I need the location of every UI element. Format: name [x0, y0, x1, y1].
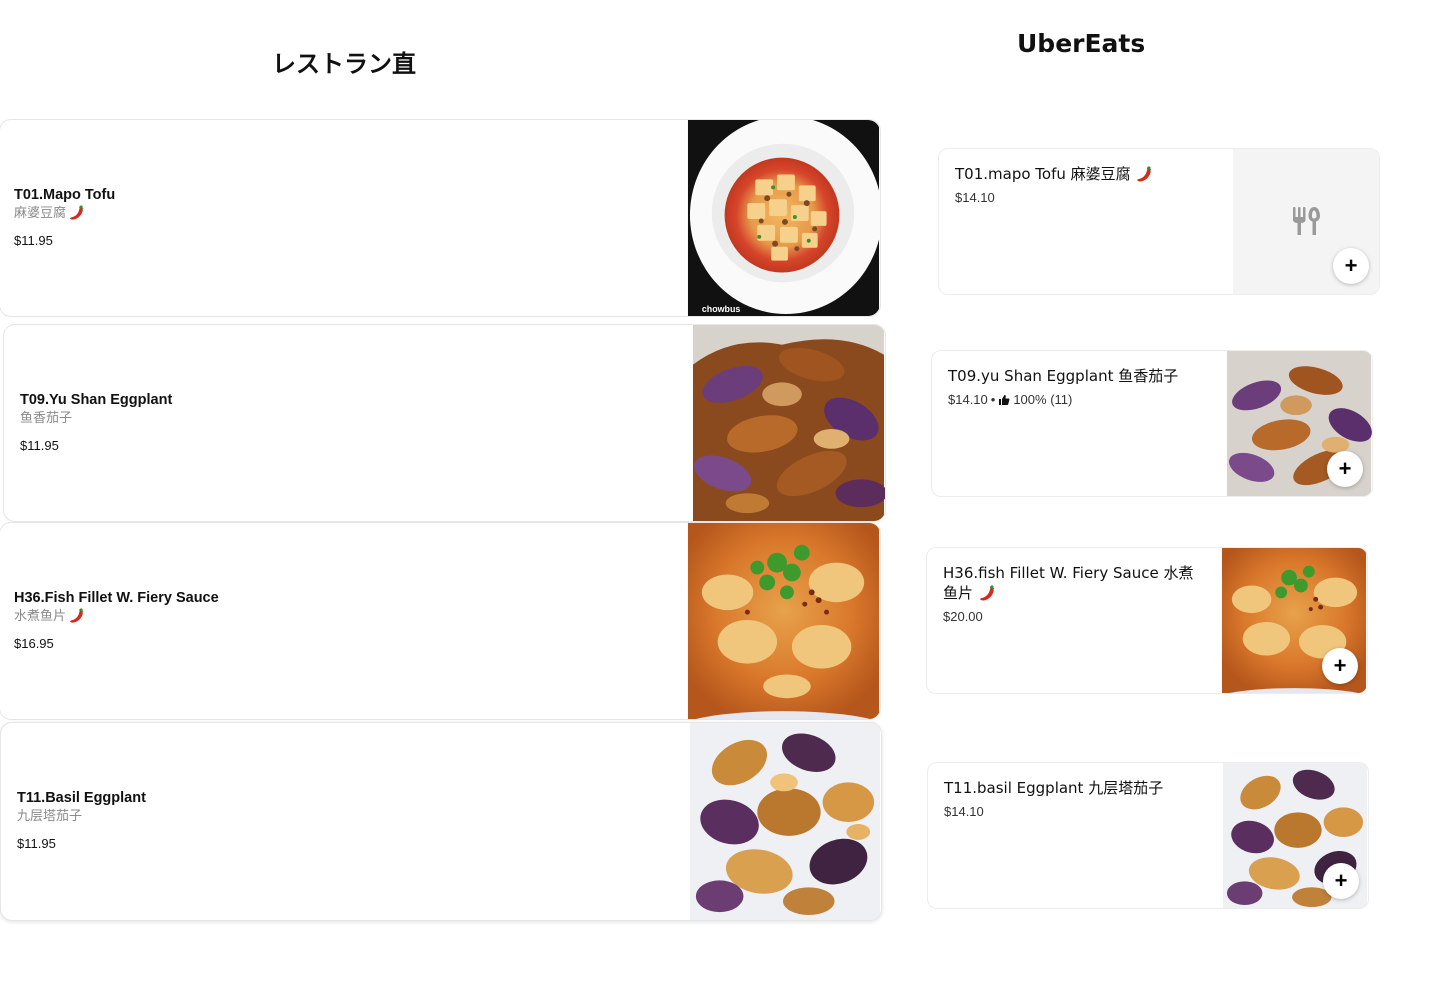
add-to-cart-button[interactable]: + — [1327, 451, 1363, 487]
item-name: T01.Mapo Tofu — [14, 187, 116, 203]
item-price: $20.00 — [943, 609, 983, 624]
left-column-title: レストラン直 — [272, 50, 416, 78]
add-to-cart-button[interactable]: + — [1322, 648, 1358, 684]
item-name: T01.mapo Tofu 麻婆豆腐 — [955, 165, 1131, 183]
item-price: $14.10 — [944, 804, 984, 819]
chili-pepper-icon — [68, 205, 85, 222]
item-subtitle: 水煮鱼片 — [14, 608, 67, 623]
chili-pepper-icon — [1135, 166, 1153, 184]
item-rating: 100% (11) — [1013, 392, 1073, 407]
add-to-cart-button[interactable]: + — [1333, 248, 1369, 284]
item-price: $14.10 — [955, 190, 995, 205]
item-photo: chowbus — [687, 120, 880, 316]
separator-dot: • — [990, 392, 996, 407]
item-photo — [687, 523, 880, 719]
chili-pepper-icon — [68, 608, 85, 625]
item-photo — [692, 325, 885, 521]
uber-card-basil-eggplant[interactable]: T11.basil Eggplant 九层塔茄子 $14.10 + — [927, 762, 1369, 909]
item-price: $11.95 — [14, 233, 53, 248]
chili-pepper-icon — [978, 585, 996, 603]
menu-card-basil-eggplant[interactable]: T11.Basil Eggplant 九层塔茄子 $11.95 — [0, 722, 882, 921]
menu-card-yu-shan-eggplant[interactable]: T09.Yu Shan Eggplant 鱼香茄子 $11.95 — [3, 324, 886, 522]
menu-card-mapo-tofu[interactable]: T01.Mapo Tofu 麻婆豆腐 $11.95 chowbus — [0, 119, 881, 317]
item-subtitle: 九层塔茄子 — [17, 808, 83, 823]
item-name: T11.Basil Eggplant — [17, 790, 146, 806]
watermark-text: chowbus — [702, 304, 741, 314]
menu-card-fish-fillet[interactable]: H36.Fish Fillet W. Fiery Sauce 水煮鱼片 $16.… — [0, 522, 881, 720]
right-column-title: UberEats — [1017, 29, 1146, 58]
uber-card-fish-fillet[interactable]: H36.fish Fillet W. Fiery Sauce 水煮鱼片 $20.… — [926, 547, 1368, 694]
item-price: $11.95 — [17, 836, 56, 851]
item-subtitle: 麻婆豆腐 — [14, 205, 67, 220]
thumbs-up-icon — [999, 394, 1010, 405]
uber-card-mapo-tofu[interactable]: T01.mapo Tofu 麻婆豆腐 $14.10 + — [938, 148, 1380, 295]
item-name: T11.basil Eggplant 九层塔茄子 — [944, 779, 1164, 797]
item-price: $14.10 — [948, 392, 988, 407]
item-name: H36.Fish Fillet W. Fiery Sauce — [14, 590, 219, 606]
fork-knife-icon — [1293, 207, 1320, 235]
item-name: T09.Yu Shan Eggplant — [20, 392, 173, 408]
item-price: $16.95 — [14, 636, 54, 651]
uber-card-yu-shan-eggplant[interactable]: T09.yu Shan Eggplant 鱼香茄子 $14.10 • 100% … — [931, 350, 1373, 497]
item-price: $11.95 — [20, 438, 59, 453]
item-subtitle: 鱼香茄子 — [20, 410, 73, 425]
item-photo — [689, 723, 881, 920]
item-name: T09.yu Shan Eggplant 鱼香茄子 — [948, 367, 1179, 385]
add-to-cart-button[interactable]: + — [1323, 863, 1359, 899]
